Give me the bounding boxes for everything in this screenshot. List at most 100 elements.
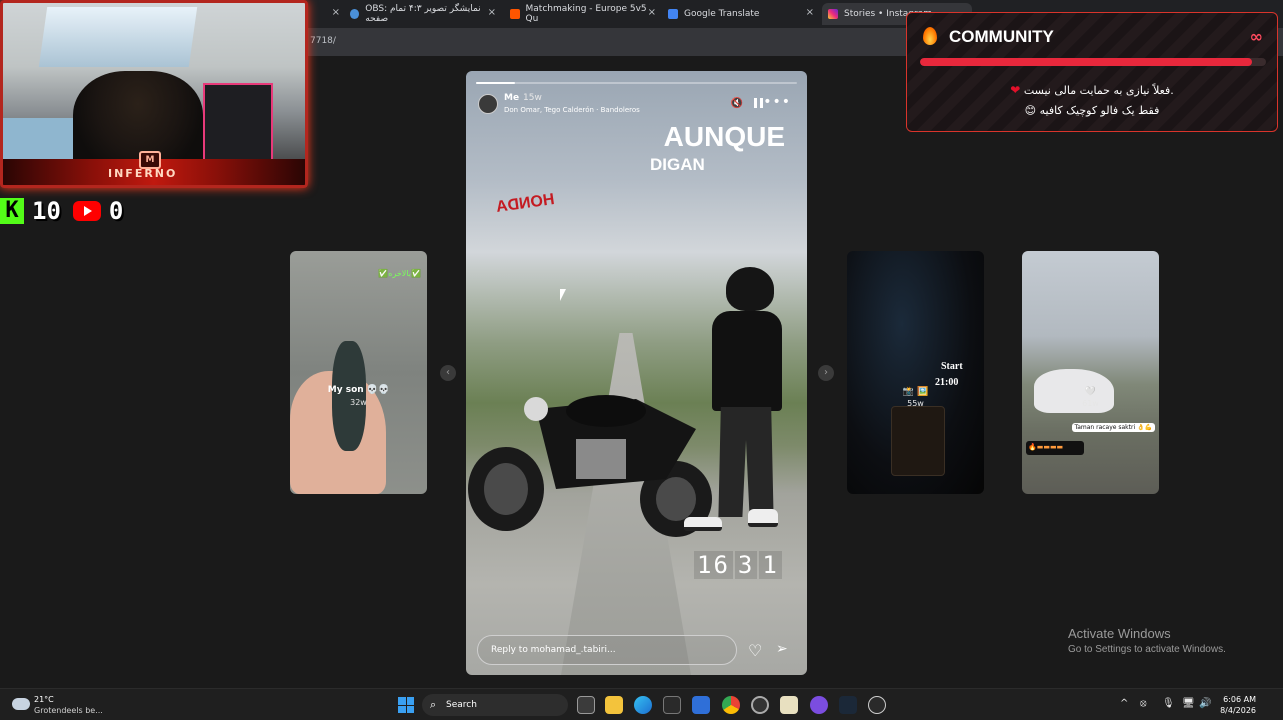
thumbnail-label: My son 💀💀: [327, 385, 390, 395]
story-next-arrow-icon[interactable]: ›: [818, 365, 834, 381]
like-heart-icon[interactable]: ♡: [748, 641, 762, 660]
store-icon[interactable]: [663, 696, 681, 714]
inferno-brand-text: INFERNO: [108, 167, 178, 180]
tab-label: Matchmaking - Europe 5v5 Qu: [525, 4, 647, 24]
windows-taskbar: 21°C Grotendeels be... ⌕ ^ ⦻ 🎙 🖥 🔊 6:06 …: [0, 688, 1283, 720]
tab-obs-projector[interactable]: OBS: نمایشگر تصویر ۴:۳ تمام صفحه ×: [350, 3, 496, 25]
story-digit: 1: [759, 551, 782, 579]
weather-cloud-icon[interactable]: [12, 698, 30, 710]
file-explorer-icon[interactable]: [605, 696, 623, 714]
flame-icon: [923, 27, 937, 45]
smile-emoji-icon: 😊: [1024, 104, 1037, 117]
story-rider-legs: [718, 407, 774, 517]
story-caption-line1: AUNQUE: [663, 121, 785, 152]
thumbnail-bottle-image: [891, 406, 945, 476]
microphone-icon[interactable]: 🎙: [1162, 698, 1175, 709]
story-brand-text: HONDA: [495, 191, 556, 217]
activate-windows-watermark: Activate Windows Go to Settings to activ…: [1068, 626, 1226, 655]
tray-chevron-icon[interactable]: ^: [1120, 698, 1128, 709]
network-icon[interactable]: 🖥: [1182, 698, 1195, 709]
webcam-overlay: M INFERNO: [0, 0, 308, 188]
story-digit: 16: [694, 551, 733, 579]
community-message-line2: فقط یک فالو کوچیک کافیه 😊: [907, 104, 1277, 117]
translate-icon: [668, 9, 678, 19]
kick-icon: K: [0, 198, 24, 224]
task-view-icon[interactable]: [577, 696, 595, 714]
app-icon[interactable]: [810, 696, 828, 714]
story-thumbnail-3[interactable]: 🤍 61w Taman racaye saktri 👌💪 🔥▬▬▬▬: [1022, 251, 1159, 494]
community-widget: COMMUNITY ∞ .فعلاً نیازی به حمایت مالی ن…: [906, 12, 1278, 132]
thumbnail-start-text: Start: [941, 361, 963, 372]
pause-icon[interactable]: [754, 98, 763, 108]
story-rider-helmet: [726, 267, 774, 311]
mail-icon[interactable]: [692, 696, 710, 714]
instagram-icon: [828, 9, 838, 19]
story-song[interactable]: Don Omar, Tego Calderón · Bandoleros: [504, 106, 640, 114]
webcam-pc-scene: [203, 83, 273, 163]
steam-icon[interactable]: [839, 696, 857, 714]
story-prev-arrow-icon[interactable]: ‹: [440, 365, 456, 381]
thumbnail-key-image: [332, 341, 366, 451]
screen: × OBS: نمایشگر تصویر ۴:۳ تمام صفحه × Mat…: [0, 0, 1283, 720]
weather-temperature[interactable]: 21°C: [34, 695, 54, 704]
tab-close-icon[interactable]: ×: [332, 7, 340, 18]
story-viewer[interactable]: Me 15w Don Omar, Tego Calderón · Bandole…: [466, 71, 807, 675]
thumbnail-label: 📸 🖼️: [902, 387, 929, 397]
story-rider-shoe: [748, 509, 778, 527]
heart-icon: ❤: [1010, 83, 1021, 97]
community-progress-bar: [920, 58, 1266, 66]
weather-description[interactable]: Grotendeels be...: [34, 706, 103, 715]
reply-field[interactable]: [477, 635, 737, 665]
send-icon[interactable]: ➢: [776, 641, 788, 657]
app-icon[interactable]: [868, 696, 886, 714]
tab-label: Google Translate: [684, 9, 760, 19]
story-thumbnail-1[interactable]: ✅بالاخره✅ My son 💀💀 32w: [290, 251, 427, 494]
community-message-line1: .فعلاً نیازی به حمایت مالی نیست ❤: [907, 83, 1277, 97]
obs-taskbar-icon[interactable]: [751, 696, 769, 714]
avatar[interactable]: [478, 94, 498, 114]
thumbnail-age: 61w: [1082, 399, 1099, 408]
thumbnail-age: 55w: [907, 399, 924, 408]
story-username[interactable]: Me: [504, 93, 519, 103]
activate-windows-title: Activate Windows: [1068, 626, 1171, 641]
edge-icon[interactable]: [634, 696, 652, 714]
story-progress-bar: [476, 82, 797, 84]
url-text: 7718/: [310, 36, 336, 46]
tab-close-icon[interactable]: ×: [648, 7, 656, 18]
story-rider-shoe: [684, 517, 722, 531]
story-caption-line2: DIGAN: [650, 155, 705, 174]
windows-start-icon[interactable]: [398, 697, 414, 713]
taskbar-clock[interactable]: 6:06 AM 8/4/2026: [1216, 694, 1256, 716]
viewer-counters: K 10 0: [0, 196, 135, 226]
faceit-icon: [510, 9, 520, 19]
tab-label: OBS: نمایشگر تصویر ۴:۳ تمام صفحه: [365, 4, 481, 24]
search-input[interactable]: [446, 694, 564, 716]
youtube-icon: [72, 201, 101, 221]
search-icon: ⌕: [430, 698, 437, 711]
story-thumbnail-2[interactable]: Start 21:00 📸 🖼️ 55w: [847, 251, 984, 494]
thumbnail-sticker: 🔥▬▬▬▬: [1026, 441, 1084, 455]
reply-input[interactable]: [478, 636, 736, 664]
thumbnail-label: 🤍: [1084, 387, 1097, 397]
tab-google-translate[interactable]: Google Translate ×: [668, 3, 814, 25]
story-digits: 16 3 1: [694, 551, 784, 579]
tray-app-icon[interactable]: ⦻: [1140, 698, 1147, 709]
thumbnail-caption: Taman racaye saktri 👌💪: [1071, 423, 1155, 432]
clock-time: 6:06 AM: [1223, 695, 1256, 704]
community-title: COMMUNITY: [949, 27, 1054, 46]
more-options-icon[interactable]: •••: [763, 94, 791, 110]
taskbar-search[interactable]: ⌕: [422, 694, 568, 716]
story-rider-shirt: [712, 311, 782, 411]
obs-icon: [350, 9, 360, 19]
tab-close-icon[interactable]: ×: [806, 7, 814, 18]
chrome-icon[interactable]: [722, 696, 740, 714]
mute-icon[interactable]: 🔇: [731, 98, 743, 109]
tab-matchmaking[interactable]: Matchmaking - Europe 5v5 Qu ×: [510, 3, 656, 25]
clock-date: 8/4/2026: [1220, 706, 1256, 715]
volume-icon[interactable]: 🔊: [1199, 698, 1211, 709]
tab-close-icon[interactable]: ×: [488, 7, 496, 18]
thumbnail-top-note: ✅بالاخره✅: [378, 269, 421, 278]
notepad-icon[interactable]: [780, 696, 798, 714]
story-age: 15w: [523, 93, 542, 103]
activate-windows-subtitle: Go to Settings to activate Windows.: [1068, 644, 1226, 655]
